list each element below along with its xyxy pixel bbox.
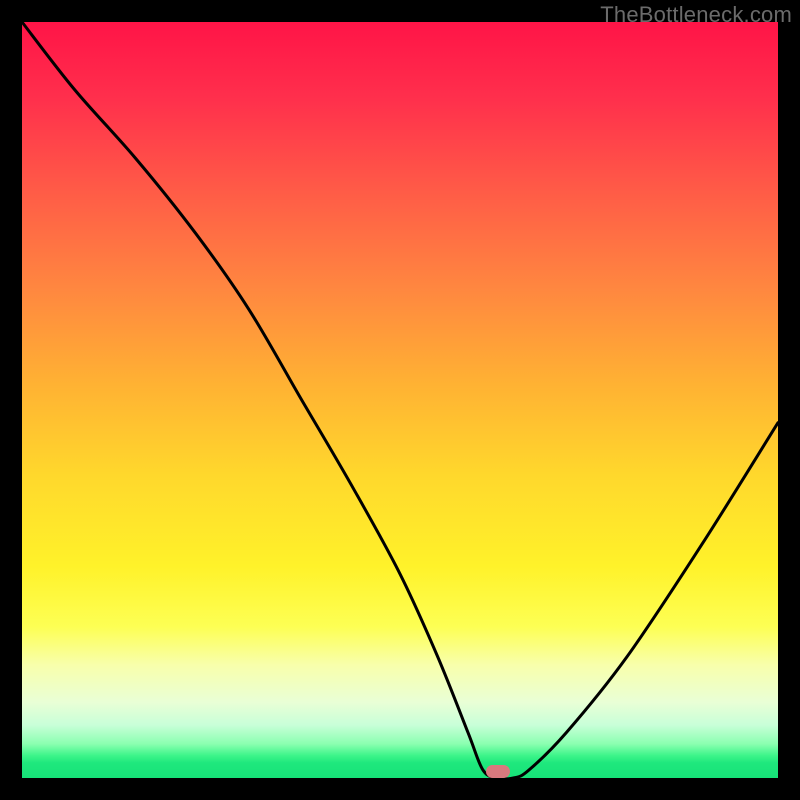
minimum-marker bbox=[486, 765, 510, 778]
bottleneck-curve bbox=[22, 22, 778, 778]
plot-area bbox=[22, 22, 778, 778]
chart-frame: TheBottleneck.com bbox=[0, 0, 800, 800]
